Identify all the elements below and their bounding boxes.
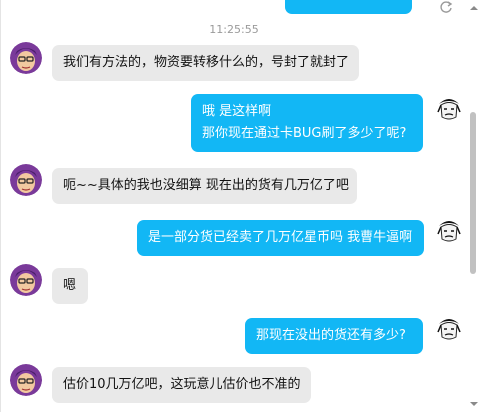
vertical-scrollbar[interactable] <box>466 0 481 412</box>
incoming-message[interactable]: 呃~~具体的我也没细算 现在出的货有几万亿了吧 <box>52 168 357 204</box>
scroll-down-arrow-icon[interactable] <box>470 402 478 406</box>
contact-avatar-icon[interactable] <box>10 264 42 296</box>
message-timestamp: 11:25:55 <box>209 23 259 36</box>
outgoing-message[interactable]: 是一部分货已经卖了几万亿星币吗 我曹牛逼啊 <box>137 220 424 256</box>
message-text: 我们有方法的，物资要转移什么的，号封了就封了 <box>63 55 350 70</box>
outgoing-message[interactable]: 哦 是这样啊 那你现在通过卡BUG刷了多少了呢? <box>191 94 423 152</box>
outgoing-message[interactable]: 那现在没出的货还有多少? <box>245 318 423 354</box>
contact-avatar-icon[interactable] <box>10 364 42 396</box>
message-text: 那现在没出的货还有多少? <box>256 328 406 343</box>
incoming-message[interactable]: 嗯 <box>52 268 88 304</box>
message-text: 是一部分货已经卖了几万亿星币吗 我曹牛逼啊 <box>148 230 413 245</box>
message-bubble-partial[interactable] <box>285 0 412 14</box>
user-avatar-icon[interactable] <box>433 92 465 124</box>
incoming-message[interactable]: 估价10几万亿吧，这玩意儿估价也不准的 <box>52 367 311 403</box>
user-avatar-icon[interactable] <box>433 214 465 246</box>
message-text-line-1: 哦 是这样啊 <box>202 104 272 119</box>
message-text-line-2: 那你现在通过卡BUG刷了多少了呢? <box>202 126 407 141</box>
contact-avatar-icon[interactable] <box>10 42 42 74</box>
chat-area: 11:25:55 我们有方法的，物资要转移什么的，号封了就封了 哦 是这样啊 那… <box>1 0 467 412</box>
scroll-up-arrow-icon[interactable] <box>470 6 478 10</box>
contact-avatar-icon[interactable] <box>10 164 42 196</box>
message-text: 呃~~具体的我也没细算 现在出的货有几万亿了吧 <box>63 178 349 193</box>
message-text: 估价10几万亿吧，这玩意儿估价也不准的 <box>63 377 301 392</box>
scrollbar-thumb[interactable] <box>470 112 476 274</box>
incoming-message[interactable]: 我们有方法的，物资要转移什么的，号封了就封了 <box>52 45 359 81</box>
refresh-icon[interactable] <box>439 0 453 14</box>
message-text: 嗯 <box>63 278 77 293</box>
user-avatar-icon[interactable] <box>433 312 465 344</box>
